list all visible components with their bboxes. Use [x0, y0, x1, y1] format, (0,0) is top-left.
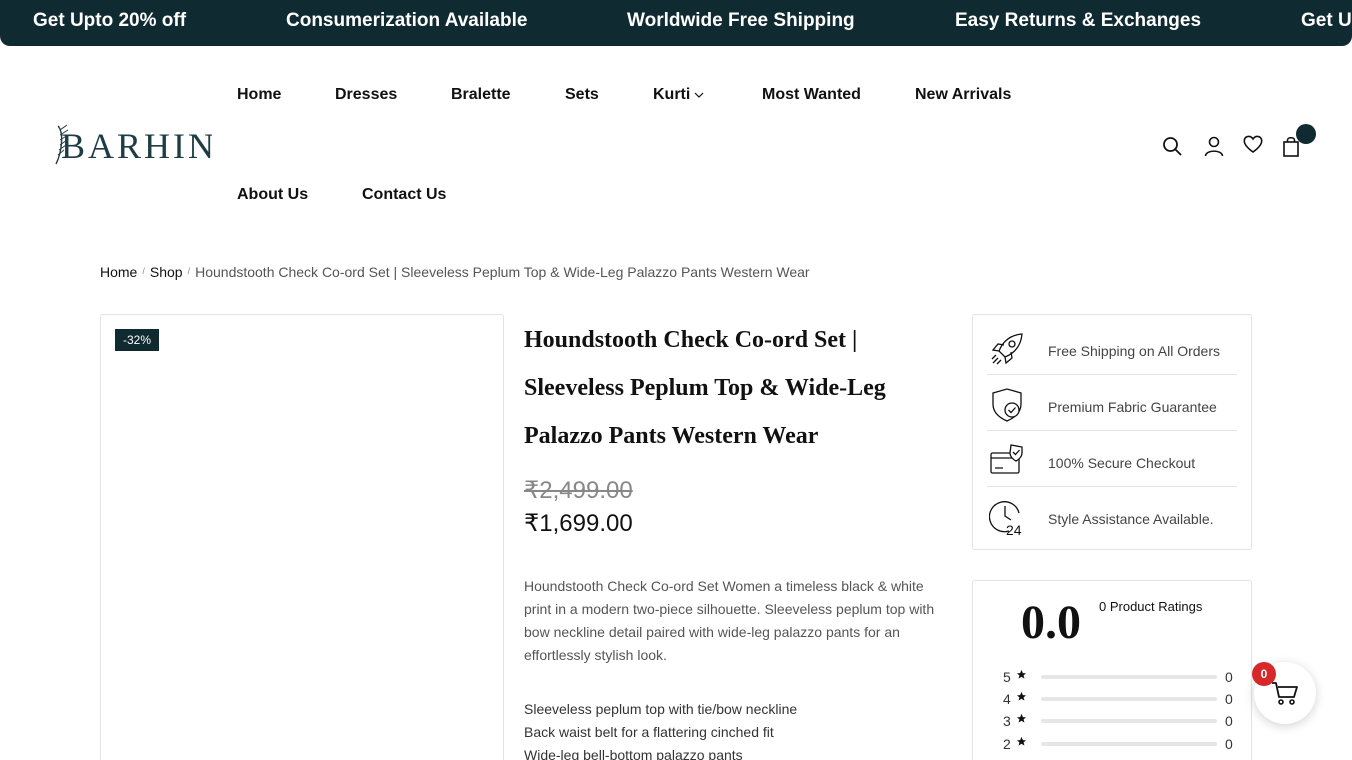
rating-stars-label: 2 — [1003, 736, 1011, 752]
rating-bar — [1041, 719, 1217, 723]
feature-label: Premium Fabric Guarantee — [1048, 399, 1217, 415]
announcement-item: Get Upto 20% off — [33, 10, 187, 31]
list-item: Wide-leg bell-bottom palazzo pants — [524, 747, 743, 760]
product-features-list: Sleeveless peplum top with tie/bow neckl… — [524, 698, 797, 760]
search-icon[interactable] — [1160, 134, 1184, 158]
price-original: ₹2,499.00 — [524, 477, 633, 504]
floating-cart-count: 0 — [1252, 662, 1276, 686]
rating-row-5: 5 0 — [1003, 667, 1233, 685]
announcement-item: Worldwide Free Shipping — [627, 10, 855, 31]
logo-text: BARHIN — [61, 126, 212, 166]
rocket-icon — [991, 333, 1023, 365]
rating-average: 0.0 — [1021, 596, 1081, 649]
rating-row-4: 4 0 — [1003, 689, 1233, 707]
heart-icon[interactable] — [1241, 132, 1265, 156]
feature-item-shipping: Free Shipping on All Orders — [987, 319, 1237, 375]
rating-row-3: 3 0 — [1003, 711, 1233, 729]
rating-row-2: 2 0 — [1003, 734, 1233, 752]
star-icon — [1016, 736, 1027, 746]
product-title: Houndstooth Check Co-ord Set | Sleeveles… — [524, 327, 886, 449]
rating-stars-label: 5 — [1003, 669, 1011, 685]
star-icon — [1016, 713, 1027, 723]
nav-item-most-wanted[interactable]: Most Wanted — [762, 86, 861, 104]
rating-bar — [1041, 697, 1217, 701]
product-description: Houndstooth Check Co-ord Set Women a tim… — [524, 578, 935, 663]
nav-item-bralette[interactable]: Bralette — [451, 86, 511, 104]
list-item: Sleeveless peplum top with tie/bow neckl… — [524, 701, 798, 717]
star-icon — [1016, 669, 1027, 679]
rating-count: 0 Product Ratings — [1099, 599, 1203, 614]
price-sale: ₹1,699.00 — [524, 510, 633, 537]
nav-item-about-us[interactable]: About Us — [237, 186, 308, 204]
rating-row-count: 0 — [1225, 691, 1233, 707]
feature-label: 100% Secure Checkout — [1048, 455, 1196, 471]
rating-row-count: 0 — [1225, 669, 1233, 685]
feature-item-checkout: 100% Secure Checkout — [987, 431, 1237, 487]
breadcrumb-separator: / — [187, 266, 191, 276]
card-check-icon — [990, 444, 1023, 474]
shield-check-icon — [992, 388, 1022, 422]
list-item: Back waist belt for a flattering cinched… — [524, 724, 774, 740]
clock-24-icon: 24 — [989, 501, 1022, 538]
nav-item-new-arrivals[interactable]: New Arrivals — [915, 86, 1011, 104]
rating-bar — [1041, 675, 1217, 679]
breadcrumb-separator: / — [142, 266, 145, 276]
svg-text:24: 24 — [1006, 522, 1022, 538]
nav-item-home[interactable]: Home — [237, 86, 281, 104]
brand-logo[interactable]: BARHIN — [52, 122, 212, 168]
rating-bar — [1041, 742, 1217, 746]
star-icon — [1016, 691, 1027, 701]
chevron-down-icon — [694, 92, 704, 98]
feature-item-assistance: 24 Style Assistance Available. — [987, 487, 1237, 543]
store-features-box: Free Shipping on All Orders Premium Fabr… — [972, 314, 1252, 550]
announcement-bar: Get Upto 20% off Consumerization Availab… — [0, 0, 1352, 46]
cart-count-badge — [1296, 124, 1316, 144]
breadcrumb: Home / Shop / Houndstooth Check Co-ord Set |… — [100, 264, 810, 280]
rating-row-count: 0 — [1225, 736, 1233, 752]
announcement-item: Easy Returns & Exchanges — [955, 10, 1202, 31]
breadcrumb-home[interactable]: Home — [100, 264, 137, 280]
cart-icon — [1272, 682, 1298, 705]
user-icon[interactable] — [1202, 134, 1226, 158]
nav-item-sets[interactable]: Sets — [565, 86, 599, 104]
rating-stars-label: 3 — [1003, 713, 1011, 729]
breadcrumb-shop[interactable]: Shop — [150, 264, 183, 280]
logo-mark: BARHIN — [55, 124, 212, 166]
nav-item-contact-us[interactable]: Contact Us — [362, 186, 446, 204]
feature-label: Free Shipping on All Orders — [1048, 343, 1220, 359]
ratings-summary: 0.0 0 Product Ratings 5 0 4 0 3 0 2 0 — [972, 580, 1252, 760]
nav-item-kurti[interactable]: Kurti — [653, 86, 704, 104]
nav-item-kurti-label: Kurti — [653, 86, 691, 103]
announcement-item: Get U — [1301, 10, 1352, 31]
nav-item-dresses[interactable]: Dresses — [335, 86, 397, 104]
breadcrumb-current: Houndstooth Check Co-ord Set | Sleeveles… — [195, 264, 810, 280]
discount-badge: -32% — [115, 329, 160, 351]
announcement-item: Consumerization Available — [286, 10, 528, 31]
feature-item-fabric: Premium Fabric Guarantee — [987, 375, 1237, 431]
rating-row-count: 0 — [1225, 713, 1233, 729]
rating-stars-label: 4 — [1003, 691, 1011, 707]
feature-label: Style Assistance Available. — [1048, 511, 1214, 527]
product-gallery[interactable]: -32% — [100, 314, 504, 760]
